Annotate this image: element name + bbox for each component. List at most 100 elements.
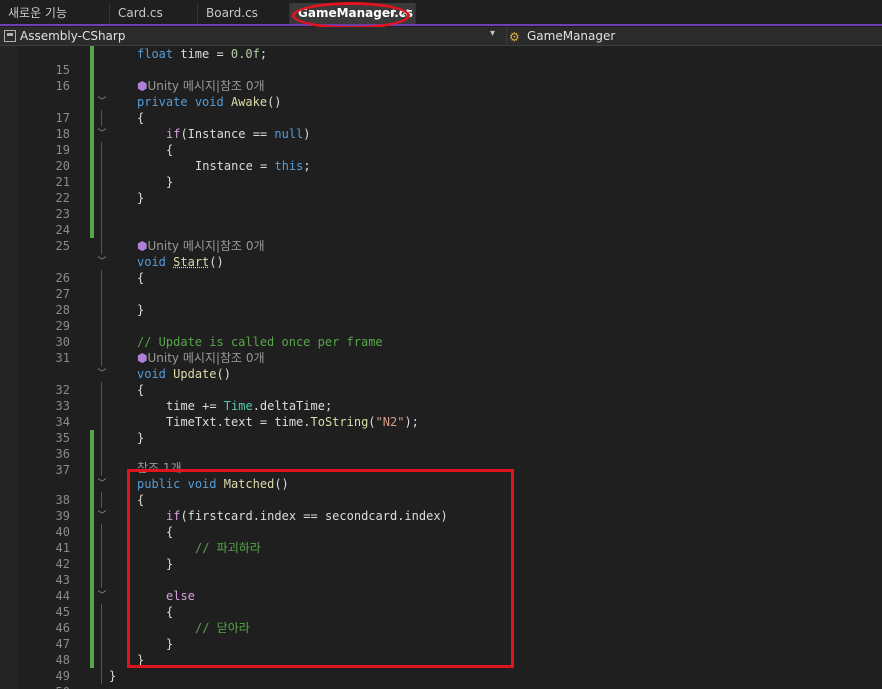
token: void: [137, 255, 166, 269]
fold-guide: [101, 238, 102, 254]
token: if: [166, 509, 181, 523]
fold-guide: [101, 302, 102, 318]
fold-guide: [101, 652, 102, 668]
code-line: 33 {: [0, 382, 882, 413]
change-bar: [90, 460, 94, 476]
token: }: [166, 175, 174, 189]
change-bar: [90, 158, 94, 174]
token: Update: [173, 367, 217, 381]
change-bar: [90, 62, 94, 78]
token: else: [166, 589, 195, 603]
tab-label: Board.cs: [206, 6, 258, 20]
fold-guide: [101, 460, 102, 476]
collapse-icon[interactable]: ﹀: [97, 254, 107, 270]
codelens-text[interactable]: 참조 1개: [137, 460, 182, 476]
token: {: [137, 111, 145, 125]
token: {: [137, 271, 145, 285]
codelens-text: Unity 메시지|참조 0개: [147, 79, 265, 93]
code-line: 16: [0, 62, 882, 93]
pin-icon[interactable]: ⊣: [386, 3, 395, 24]
token: "N2": [375, 415, 405, 429]
token: 0.0f: [230, 47, 260, 61]
token: }: [137, 431, 145, 445]
token: Start: [173, 255, 210, 269]
code-line: 22 }: [0, 174, 882, 205]
fold-guide: [101, 206, 102, 222]
collapse-icon[interactable]: ﹀: [97, 588, 107, 604]
collapse-icon[interactable]: ﹀: [97, 476, 107, 492]
code-line: 25: [0, 222, 882, 253]
change-bar: [90, 620, 94, 636]
code-line: 18 {: [0, 110, 882, 141]
token: {: [137, 383, 145, 397]
code-line: 26 ﹀ void Start(): [0, 254, 882, 285]
code-line: 47 // 닫아라: [0, 620, 882, 651]
tab-board-cs[interactable]: Board.cs: [198, 3, 290, 24]
code-line: 51: [0, 684, 882, 689]
code-line: 35 TimeTxt.text = time.ToString("N2");: [0, 414, 882, 445]
change-bar: [90, 540, 94, 556]
code-line: 40 ﹀ if(firstcard.index == secondcard.in…: [0, 508, 882, 539]
fold-guide: [101, 334, 102, 350]
chevron-down-icon: ▾: [490, 28, 496, 39]
code-line: 50 }: [0, 668, 882, 689]
token: time +=: [166, 399, 224, 413]
token: ;: [303, 159, 311, 173]
codelens[interactable]: ⬢Unity 메시지|참조 0개: [137, 78, 265, 94]
token: Instance =: [195, 159, 275, 173]
fold-guide: [101, 524, 102, 540]
tab-card-cs[interactable]: Card.cs: [110, 3, 198, 24]
token: void: [194, 95, 224, 109]
change-bar: [90, 174, 94, 190]
member-dropdown[interactable]: ⚙ GameManager: [506, 27, 882, 45]
token: this: [274, 159, 304, 173]
code-line: 38 ﹀ public void Matched(): [0, 476, 882, 507]
token: {: [166, 143, 174, 157]
fold-guide: [101, 142, 102, 158]
collapse-icon[interactable]: ﹀: [97, 366, 107, 382]
change-bar: [90, 636, 94, 652]
collapse-icon[interactable]: ﹀: [97, 508, 107, 524]
token: Matched: [223, 477, 275, 491]
collapse-icon[interactable]: ﹀: [97, 94, 107, 110]
token: void: [137, 367, 166, 381]
codelens-row: 참조 1개: [0, 460, 882, 476]
token: ): [303, 127, 311, 141]
token: Awake: [230, 95, 268, 109]
codelens-row: ⬢Unity 메시지|참조 0개: [0, 238, 882, 254]
code-line: 45 ﹀ else: [0, 588, 882, 619]
tab-whats-new[interactable]: 새로운 기능: [0, 3, 110, 24]
token: (Instance ==: [180, 127, 275, 141]
csharp-project-icon: [4, 30, 16, 42]
token: Time: [223, 399, 253, 413]
token: private: [137, 95, 188, 109]
project-dropdown[interactable]: Assembly-CSharp ▾: [0, 27, 504, 45]
code-line: 39 {: [0, 492, 882, 523]
token: ToString: [310, 415, 369, 429]
fold-guide: [101, 286, 102, 302]
change-bar: [90, 492, 94, 508]
change-bar: [90, 476, 94, 492]
code-line: 44: [0, 572, 882, 603]
change-bar: [90, 222, 94, 238]
token: {: [137, 493, 145, 507]
tab-label: 새로운 기능: [8, 6, 68, 20]
code-editor[interactable]: 15 float time = 0.0f; 16 ⬢Unity 메시지|참조 0…: [0, 46, 882, 689]
member-label: GameManager: [527, 29, 616, 43]
fold-guide: [101, 668, 102, 684]
token: (firstcard.index == secondcard.index): [180, 509, 448, 523]
codelens[interactable]: ⬢Unity 메시지|참조 0개: [137, 350, 265, 366]
comment: // 파괴하라: [195, 541, 261, 555]
collapse-icon[interactable]: ﹀: [97, 126, 107, 142]
code-line: 24: [0, 206, 882, 237]
code-line: 41 {: [0, 524, 882, 555]
tab-label: Card.cs: [118, 6, 163, 20]
codelens[interactable]: ⬢Unity 메시지|참조 0개: [137, 238, 265, 254]
code-line: 34 time += Time.deltaTime;: [0, 398, 882, 429]
code-line: 20 {: [0, 142, 882, 173]
close-icon[interactable]: ✕: [400, 3, 410, 24]
tab-gamemanager-cs[interactable]: GameManager.cs ⊣ ✕: [290, 3, 416, 24]
